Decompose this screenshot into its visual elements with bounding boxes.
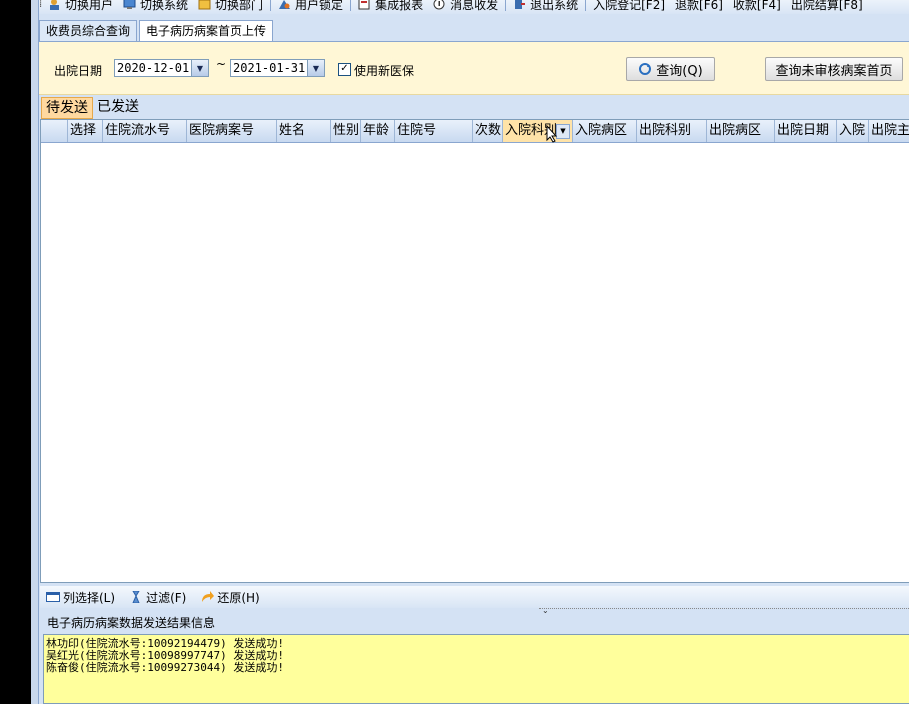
switch-system-button[interactable]: 切换系统: [118, 0, 193, 14]
restore-button[interactable]: 还原(H): [200, 589, 260, 606]
records-grid[interactable]: 选择 住院流水号 医院病案号 姓名 性别 年龄 住院号 次数 入院科别 ▼ 入院…: [40, 119, 909, 583]
filter-label: 过滤(F): [146, 590, 187, 605]
message-label: 消息收发: [450, 0, 499, 12]
chevron-down-icon[interactable]: ⌄: [542, 606, 549, 615]
message-icon: [433, 0, 446, 10]
discharge-settlement-label: 出院结算[F8]: [790, 0, 863, 12]
switch-user-button[interactable]: 切换用户: [43, 0, 118, 14]
discharge-settlement-button[interactable]: 出院结算[F8]: [786, 0, 868, 14]
refund-button[interactable]: 退款[F6]: [670, 0, 728, 14]
date-to-picker[interactable]: 2021-01-31 ▼: [230, 59, 325, 77]
lock-user-button[interactable]: 用户锁定: [273, 0, 348, 14]
switch-department-icon: [198, 0, 211, 10]
date-from-value: 2020-12-01: [117, 61, 190, 75]
query-unreviewed-label: 查询未审核病案首页: [775, 63, 893, 79]
report-label: 集成报表: [375, 0, 424, 12]
column-header-discharge-main[interactable]: 出院主: [869, 120, 909, 142]
result-log[interactable]: 林功印(住院流水号:10092194479) 发送成功! 吴红光(住院流水号:1…: [43, 634, 909, 704]
document-tabs: 收费员综合查询 电子病历病案首页上传: [39, 20, 909, 42]
toolbar-separator: [270, 0, 272, 11]
message-button[interactable]: 消息收发: [428, 0, 503, 14]
restore-icon: [200, 591, 215, 603]
filter-icon: [129, 590, 143, 604]
chevron-down-icon[interactable]: ▼: [556, 124, 570, 139]
column-header-discharge-date[interactable]: 出院日期: [775, 120, 837, 142]
window-left-border: [31, 0, 39, 704]
new-insurance-checkbox[interactable]: ✓: [338, 63, 351, 76]
tab-emr-upload[interactable]: 电子病历病案首页上传: [139, 20, 274, 41]
filter-button[interactable]: 过滤(F): [129, 589, 186, 606]
exit-icon: [513, 0, 526, 10]
admission-register-label: 入院登记[F2]: [593, 0, 666, 12]
date-range-tilde: ~: [216, 57, 227, 71]
lock-user-icon: [278, 0, 291, 10]
left-dark-strip: [0, 0, 31, 704]
column-header-discharge-ward[interactable]: 出院病区: [707, 120, 775, 142]
column-header-select[interactable]: 选择: [68, 120, 103, 142]
panel-splitter[interactable]: [539, 608, 909, 615]
query-unreviewed-button[interactable]: 查询未审核病案首页: [765, 57, 903, 81]
column-header-admit-dept[interactable]: 入院科别 ▼: [503, 120, 573, 142]
column-header-count[interactable]: 次数: [473, 120, 503, 142]
column-header-admit[interactable]: 入院: [837, 120, 869, 142]
chevron-down-icon[interactable]: ▼: [307, 60, 324, 76]
date-from-picker[interactable]: 2020-12-01 ▼: [114, 59, 209, 77]
switch-user-label: 切换用户: [65, 0, 114, 12]
column-header-inpatient-no[interactable]: 住院号: [395, 120, 473, 142]
column-header-serial[interactable]: 住院流水号: [103, 120, 187, 142]
tab-pending-send[interactable]: 待发送: [41, 97, 93, 119]
result-line: 陈奋俊(住院流水号:10099273044) 发送成功!: [46, 661, 284, 674]
column-header-age[interactable]: 年龄: [361, 120, 395, 142]
new-insurance-label: 使用新医保: [354, 64, 415, 78]
column-header-gender[interactable]: 性别: [331, 120, 361, 142]
column-header-name[interactable]: 姓名: [277, 120, 331, 142]
switch-department-label: 切换部门: [215, 0, 264, 12]
report-icon: [358, 0, 371, 10]
send-status-tabs: 待发送 已发送: [41, 97, 143, 119]
column-header-case-no[interactable]: 医院病案号: [187, 120, 277, 142]
grid-toolbar: 列选择(L) 过滤(F) 还原(H): [40, 586, 909, 608]
grid-header: 选择 住院流水号 医院病案号 姓名 性别 年龄 住院号 次数 入院科别 ▼ 入院…: [41, 120, 909, 143]
column-select-icon: [46, 591, 60, 603]
toolbar-separator: [505, 0, 507, 11]
query-button[interactable]: 查询(Q): [626, 57, 715, 81]
column-header-admit-ward[interactable]: 入院病区: [573, 120, 637, 142]
refresh-icon: [638, 62, 652, 76]
collect-payment-button[interactable]: 收款[F4]: [728, 0, 786, 14]
toolbar-separator: [585, 0, 587, 11]
mouse-cursor-icon: [546, 125, 558, 143]
switch-user-icon: [48, 0, 61, 10]
column-select-label: 列选择(L): [63, 590, 116, 605]
admission-register-button[interactable]: 入院登记[F2]: [588, 0, 670, 14]
restore-label: 还原(H): [217, 590, 260, 605]
exit-button[interactable]: 退出系统: [508, 0, 583, 14]
lock-user-label: 用户锁定: [295, 0, 344, 12]
report-button[interactable]: 集成报表: [353, 0, 428, 14]
switch-system-label: 切换系统: [140, 0, 189, 12]
filter-panel: 出院日期 2020-12-01 ▼ ~ 2021-01-31 ▼ ✓ 使用新医保…: [39, 42, 909, 95]
column-header-discharge-dept[interactable]: 出院科别: [637, 120, 707, 142]
column-header-indicator[interactable]: [41, 120, 68, 142]
discharge-date-label: 出院日期: [54, 64, 103, 78]
collect-payment-label: 收款[F4]: [732, 0, 781, 12]
main-content: ⁞ 切换用户 切换系统 切换部门 用户锁定 集成报表 消息收发 退出系统 入院登…: [39, 0, 909, 704]
chevron-down-icon[interactable]: ▼: [191, 60, 208, 76]
switch-system-icon: [123, 0, 136, 10]
top-toolbar: ⁞ 切换用户 切换系统 切换部门 用户锁定 集成报表 消息收发 退出系统 入院登…: [39, 0, 909, 14]
tab-sent[interactable]: 已发送: [93, 97, 143, 117]
refund-label: 退款[F6]: [675, 0, 723, 12]
exit-label: 退出系统: [530, 0, 579, 12]
date-to-value: 2021-01-31: [233, 61, 306, 75]
switch-department-button[interactable]: 切换部门: [193, 0, 268, 14]
column-select-button[interactable]: 列选择(L): [46, 589, 115, 606]
result-panel-title: 电子病历病案数据发送结果信息: [47, 616, 216, 630]
tab-cashier-query[interactable]: 收费员综合查询: [39, 20, 138, 41]
toolbar-separator: [350, 0, 352, 11]
query-button-label: 查询(Q): [656, 63, 703, 79]
